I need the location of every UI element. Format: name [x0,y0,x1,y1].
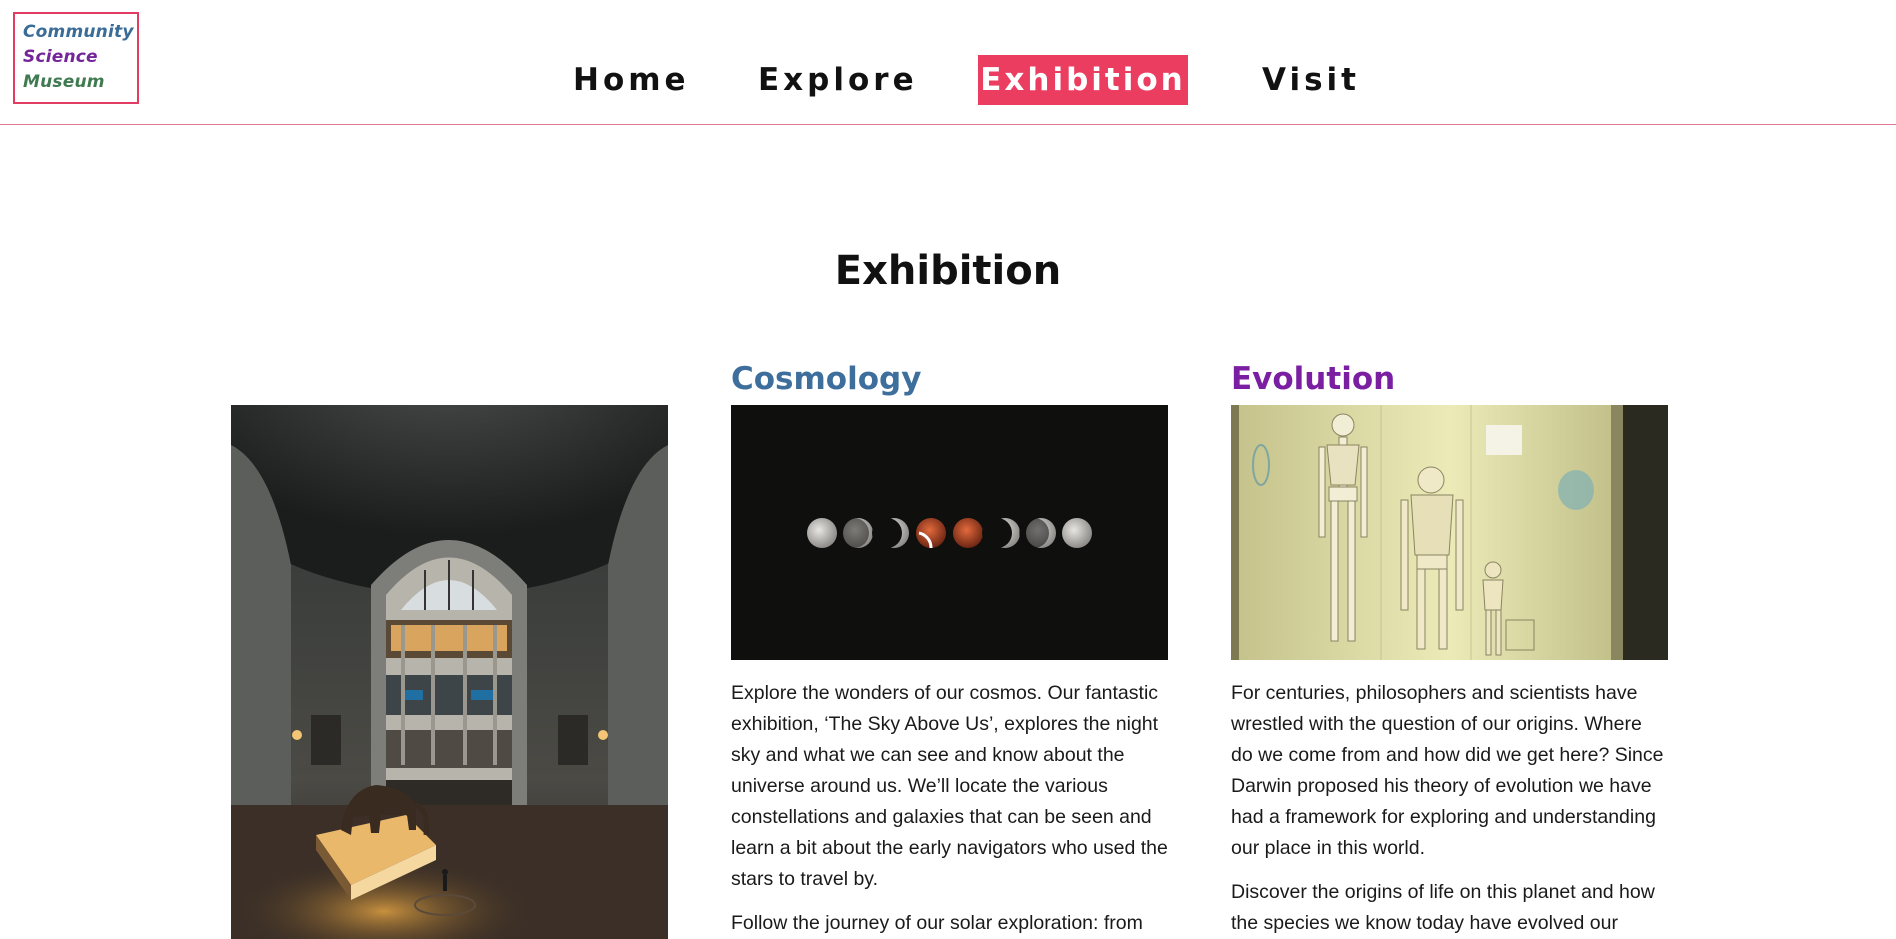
page-title: Exhibition [834,248,1062,294]
nav-explore-link[interactable]: Explore [758,55,918,105]
nav-home-link[interactable]: Home [573,55,690,105]
site-header: Community Science Museum Home Explore Ex… [0,0,1896,125]
evolution-heading[interactable]: Evolution [1231,358,1668,405]
evolution-card: Evolution For centuries, philosophers an… [1231,358,1668,939]
museum-hall-image [231,405,668,939]
skeleton-display-image [1231,405,1668,660]
main-nav: Home Explore Exhibition Visit [0,55,1896,105]
lunar-eclipse-image [731,405,1168,660]
evolution-paragraph-1: For centuries, philosophers and scientis… [1231,682,1664,859]
cosmology-card: Cosmology Explore the wonders of our cos… [731,358,1168,939]
cosmology-paragraph-2: Follow the journey of our solar explorat… [731,912,1143,934]
cosmology-paragraph-1: Explore the wonders of our cosmos. Our f… [731,682,1168,890]
logo-line-community: Community [23,22,134,42]
evolution-paragraph-2: Discover the origins of life on this pla… [1231,881,1655,934]
nav-exhibition-link-active[interactable]: Exhibition [978,55,1188,105]
cosmology-heading[interactable]: Cosmology [731,358,1168,405]
nav-visit-link[interactable]: Visit [1262,55,1360,105]
